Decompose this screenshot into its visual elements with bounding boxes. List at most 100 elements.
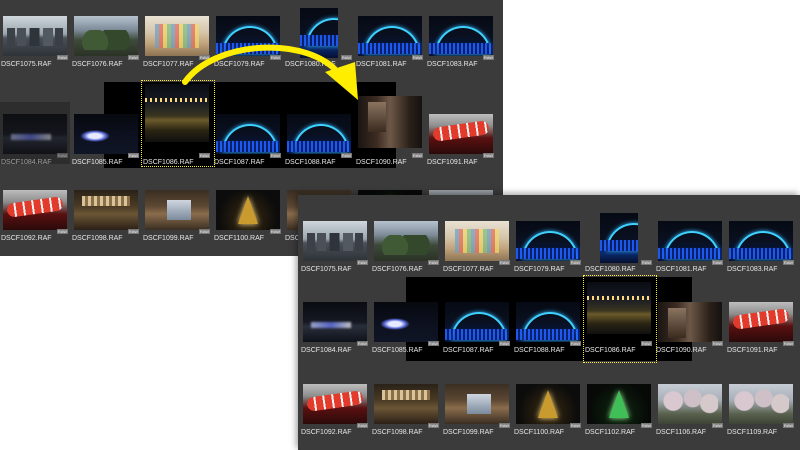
thumbnail-image[interactable] xyxy=(303,221,367,261)
file-name: DSCF1084.RAF xyxy=(301,347,352,354)
raw-badge-icon: RAW xyxy=(269,229,281,234)
thumbnail-image[interactable] xyxy=(216,190,280,230)
thumbnail-image[interactable] xyxy=(3,190,67,230)
thumbnail-cell[interactable]: RAW DSCF1090.RAF xyxy=(655,290,725,354)
thumbnail-image[interactable] xyxy=(729,302,793,342)
thumbnail-cell[interactable]: RAW DSCF1075.RAF xyxy=(0,4,70,68)
thumbnail-cell[interactable]: RAW DSCF1081.RAF xyxy=(355,4,425,68)
thumbnail-cell[interactable]: RAW DSCF1075.RAF xyxy=(300,209,370,273)
thumbnail-image[interactable] xyxy=(300,8,338,58)
thumbnail-image[interactable] xyxy=(516,302,580,342)
thumbnail-image[interactable] xyxy=(658,384,722,424)
thumbnail-image[interactable] xyxy=(145,190,209,230)
thumbnail-cell[interactable]: RAW DSCF1099.RAF xyxy=(442,372,512,436)
thumbnail-image[interactable] xyxy=(429,16,493,56)
thumbnail-image[interactable] xyxy=(358,96,422,148)
thumbnail-image[interactable] xyxy=(516,221,580,261)
thumbnail-cell[interactable]: RAW DSCF1076.RAF xyxy=(371,209,441,273)
thumbnail-cell[interactable]: RAW DSCF1092.RAF xyxy=(300,372,370,436)
thumbnail-cell[interactable]: RAW DSCF1081.RAF xyxy=(655,209,725,273)
file-name: DSCF1100.RAF xyxy=(514,429,565,436)
thumbnail-cell[interactable]: RAW DSCF1088.RAF xyxy=(513,290,583,354)
thumbnail-image[interactable] xyxy=(445,302,509,342)
thumbnail-image[interactable] xyxy=(729,384,793,424)
thumbnail-image[interactable] xyxy=(374,221,438,261)
raw-badge-icon: RAW xyxy=(640,260,652,265)
thumbnail-cell[interactable]: RAW DSCF1084.RAF xyxy=(300,290,370,354)
file-name: DSCF1080.RAF xyxy=(285,61,336,68)
thumbnail-cell[interactable]: RAW DSCF1083.RAF xyxy=(726,209,796,273)
thumbnail-cell[interactable]: RAW DSCF1088.RAF xyxy=(284,102,354,166)
thumbnail-image[interactable] xyxy=(303,384,367,424)
thumbnail-cell[interactable]: RAW DSCF1091.RAF xyxy=(726,290,796,354)
thumbnail-cell[interactable]: RAW DSCF1098.RAF xyxy=(371,372,441,436)
thumbnail-cell[interactable]: RAW DSCF1080.RAF xyxy=(584,209,654,273)
thumbnail-image[interactable] xyxy=(303,302,367,342)
thumbnail-image[interactable] xyxy=(216,16,280,56)
thumbnail-image[interactable] xyxy=(358,16,422,56)
thumbnail-image[interactable] xyxy=(516,384,580,424)
thumbnail-image[interactable] xyxy=(374,384,438,424)
thumbnail-cell[interactable]: RAW DSCF1106.RAF xyxy=(655,372,725,436)
thumbnail-cell[interactable]: RAW DSCF1087.RAF xyxy=(442,290,512,354)
thumbnail-cell[interactable]: RAW DSCF1098.RAF xyxy=(71,178,141,242)
file-name: DSCF1091.RAF xyxy=(427,159,478,166)
file-name: DSCF1099.RAF xyxy=(443,429,494,436)
thumbnail-cell[interactable]: RAW DSCF1077.RAF xyxy=(442,209,512,273)
selection-outline xyxy=(141,80,215,167)
file-name: DSCF1102.RAF xyxy=(585,429,636,436)
raw-badge-icon: RAW xyxy=(569,260,581,265)
raw-badge-icon: RAW xyxy=(498,260,510,265)
thumbnail-cell[interactable]: RAW DSCF1079.RAF xyxy=(513,209,583,273)
thumbnail-cell[interactable]: RAW DSCF1080.RAF xyxy=(284,4,354,68)
thumbnail-image[interactable] xyxy=(429,114,493,154)
thumbnail-image[interactable] xyxy=(374,302,438,342)
thumbnail-image[interactable] xyxy=(74,114,138,154)
thumbnail-cell[interactable]: RAW DSCF1099.RAF xyxy=(142,178,212,242)
thumbnail-cell[interactable]: RAW DSCF1076.RAF xyxy=(71,4,141,68)
thumbnail-image[interactable] xyxy=(216,114,280,154)
thumbnail-cell[interactable]: RAW DSCF1102.RAF xyxy=(584,372,654,436)
thumbnail-image[interactable] xyxy=(600,213,638,263)
thumbnail-image[interactable] xyxy=(74,190,138,230)
thumbnail-cell[interactable]: RAW DSCF1083.RAF xyxy=(426,4,496,68)
thumbnail-image[interactable] xyxy=(74,16,138,56)
thumbnail-image[interactable] xyxy=(145,16,209,56)
thumbnail-cell[interactable]: RAW DSCF1090.RAF xyxy=(355,96,425,166)
thumbnail-cell[interactable]: RAW DSCF1085.RAF xyxy=(371,290,441,354)
thumbnail-image[interactable] xyxy=(658,221,722,261)
file-name: DSCF1109.RAF xyxy=(727,429,778,436)
raw-badge-icon: RAW xyxy=(269,153,281,158)
thumbnail-image[interactable] xyxy=(729,221,793,261)
thumbnail-image[interactable] xyxy=(287,114,351,154)
thumbnail-cell[interactable]: RAW DSCF1085.RAF xyxy=(71,102,141,166)
thumbnail-cell[interactable]: RAW DSCF1087.RAF xyxy=(213,102,283,166)
thumbnail-cell[interactable]: RAW DSCF1079.RAF xyxy=(213,4,283,68)
thumbnail-cell[interactable]: RAW DSCF1092.RAF xyxy=(0,178,70,242)
raw-badge-icon: RAW xyxy=(711,341,723,346)
thumbnail-cell[interactable]: RAW DSCF1100.RAF xyxy=(213,178,283,242)
file-name: DSCF1076.RAF xyxy=(372,266,423,273)
thumbnail-cell[interactable]: RAW DSCF1091.RAF xyxy=(426,102,496,166)
raw-badge-icon: RAW xyxy=(356,423,368,428)
file-name: DSCF1076.RAF xyxy=(72,61,123,68)
thumbnail-cell[interactable]: RAW DSCF1100.RAF xyxy=(513,372,583,436)
thumbnail-image[interactable] xyxy=(445,384,509,424)
thumbnail-cell[interactable]: RAW DSCF1084.RAF xyxy=(0,102,70,166)
thumbnail-image[interactable] xyxy=(3,16,67,56)
file-name: DSCF1079.RAF xyxy=(514,266,565,273)
file-name: DSCF1085.RAF xyxy=(72,159,123,166)
thumbnail-image[interactable] xyxy=(658,302,722,342)
raw-badge-icon: RAW xyxy=(711,423,723,428)
thumbnail-cell[interactable]: RAW DSCF1077.RAF xyxy=(142,4,212,68)
thumbnail-image[interactable] xyxy=(587,384,651,424)
raw-badge-icon: RAW xyxy=(711,260,723,265)
raw-badge-icon: RAW xyxy=(269,55,281,60)
file-name: DSCF1079.RAF xyxy=(214,61,265,68)
file-name: DSCF1098.RAF xyxy=(372,429,423,436)
file-name: DSCF1100.RAF xyxy=(214,235,265,242)
raw-badge-icon: RAW xyxy=(198,229,210,234)
thumbnail-cell[interactable]: RAW DSCF1109.RAF xyxy=(726,372,796,436)
thumbnail-image[interactable] xyxy=(445,221,509,261)
thumbnail-image[interactable] xyxy=(3,114,67,154)
